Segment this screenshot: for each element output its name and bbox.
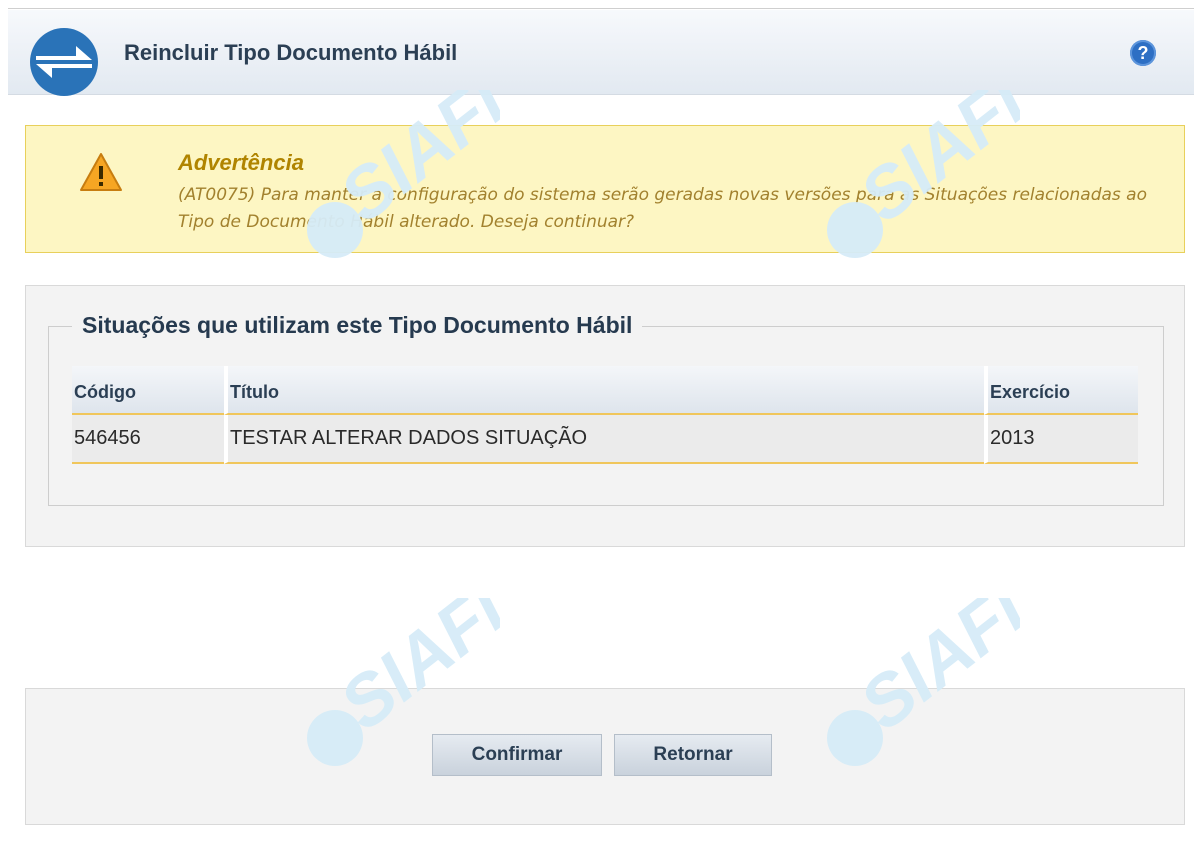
action-bar: Confirmar Retornar	[25, 688, 1185, 825]
column-header-codigo[interactable]: Código	[72, 366, 224, 415]
situations-table: Código Título Exercício 546456 TESTAR AL…	[72, 366, 1138, 464]
table-header: Código Título Exercício	[72, 366, 1138, 415]
return-button[interactable]: Retornar	[614, 734, 772, 776]
page-title: Reincluir Tipo Documento Hábil	[124, 40, 458, 65]
page-header: Reincluir Tipo Documento Hábil ?	[8, 10, 1194, 96]
warning-title: Advertência	[178, 150, 304, 175]
warning-box: Advertência (AT0075) Para manter a confi…	[25, 125, 1185, 253]
column-header-titulo[interactable]: Título	[224, 366, 984, 415]
situations-panel: Situações que utilizam este Tipo Documen…	[25, 285, 1185, 547]
warning-message: (AT0075) Para manter a configuração do s…	[178, 185, 1147, 232]
table-row[interactable]: 546456 TESTAR ALTERAR DADOS SITUAÇÃO 201…	[72, 415, 1138, 464]
cell-titulo: TESTAR ALTERAR DADOS SITUAÇÃO	[224, 415, 984, 464]
help-icon[interactable]: ?	[1130, 40, 1156, 66]
column-header-exercicio[interactable]: Exercício	[984, 366, 1138, 415]
cell-exercicio: 2013	[984, 415, 1138, 464]
warning-triangle-icon	[80, 153, 122, 191]
cell-codigo: 546456	[72, 415, 224, 464]
top-divider	[8, 8, 1194, 9]
confirm-button[interactable]: Confirmar	[432, 734, 602, 776]
situations-legend: Situações que utilizam este Tipo Documen…	[72, 312, 643, 339]
siafi-logo-icon	[30, 28, 98, 96]
